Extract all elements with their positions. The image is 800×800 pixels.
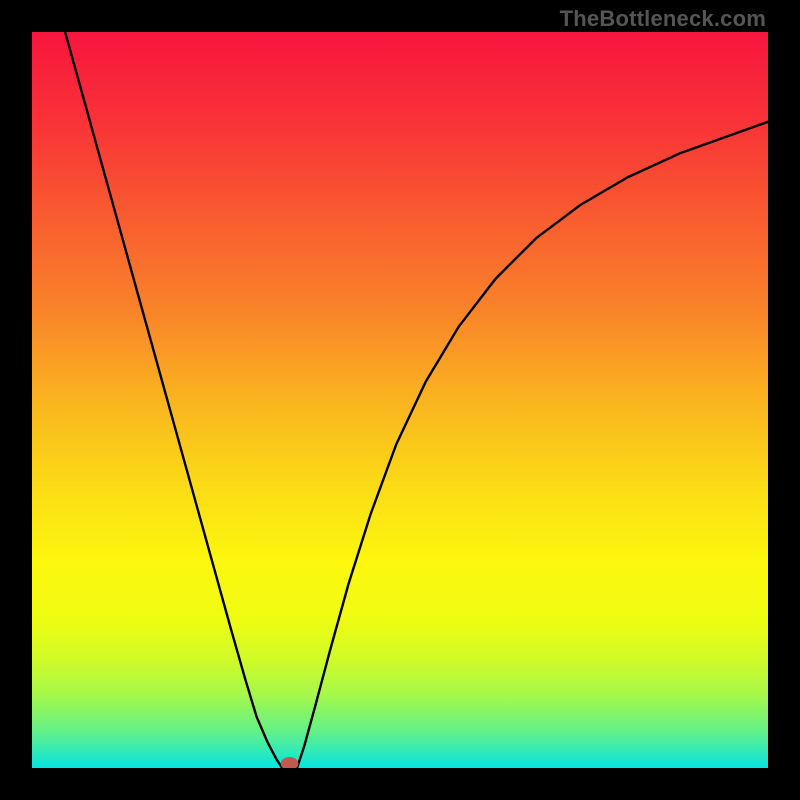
chart-svg <box>32 32 768 768</box>
chart-frame: TheBottleneck.com <box>0 0 800 800</box>
plot-area <box>32 32 768 768</box>
watermark-text: TheBottleneck.com <box>560 6 766 32</box>
gradient-background <box>32 32 768 768</box>
